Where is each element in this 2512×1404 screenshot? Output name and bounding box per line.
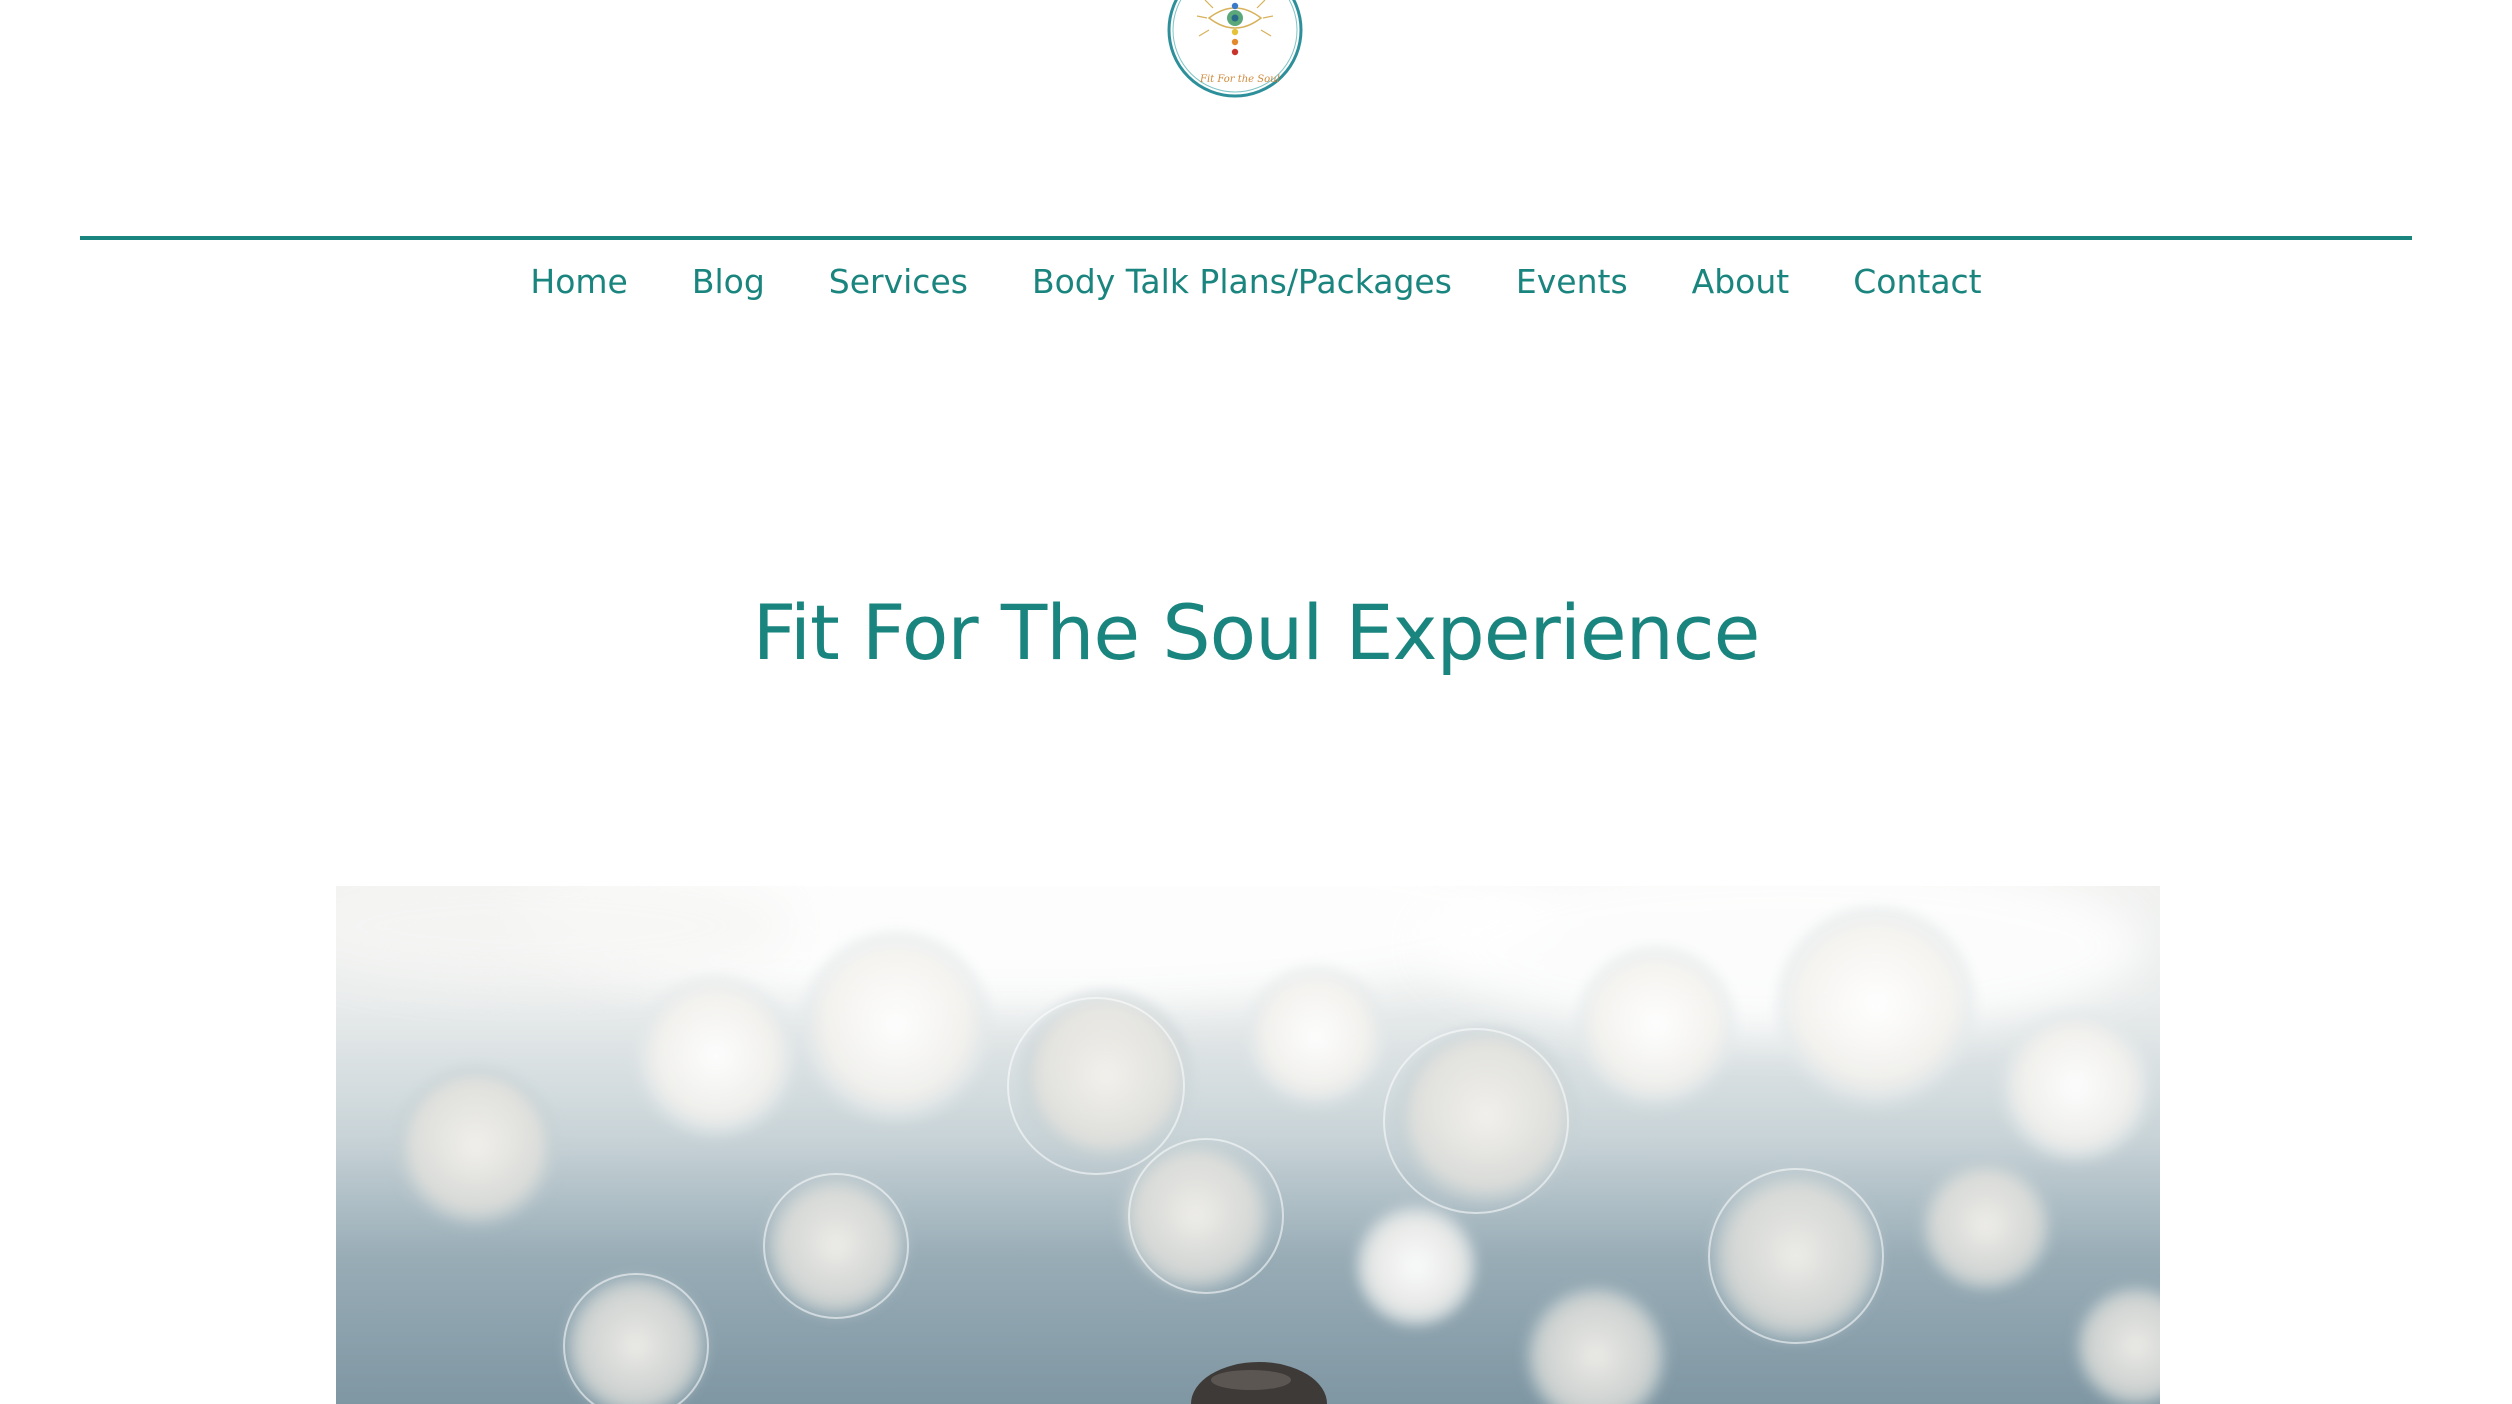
page-title: Fit For The Soul Experience: [752, 588, 1761, 677]
nav-item-services[interactable]: Services: [829, 258, 968, 306]
nav-item-events[interactable]: Events: [1516, 258, 1628, 306]
nav-item-about[interactable]: About: [1692, 258, 1790, 306]
logo-caption: Fit For the Soul: [1200, 74, 1280, 85]
site-logo[interactable]: [1165, 0, 1305, 100]
page: Fit For the Soul Home Blog Services Body…: [0, 0, 2512, 1404]
nav-divider: [80, 236, 2412, 240]
nav-item-home[interactable]: Home: [530, 258, 627, 306]
nav-item-blog[interactable]: Blog: [692, 258, 765, 306]
bokeh-water-stone-image: [336, 886, 2160, 1404]
nav-item-contact[interactable]: Contact: [1853, 258, 1981, 306]
chakra-eye-logo-icon: [1167, 0, 1303, 98]
main-nav: Home Blog Services Body Talk Plans/Packa…: [0, 258, 2512, 306]
nav-item-body-talk-plans[interactable]: Body Talk Plans/Packages: [1032, 258, 1452, 306]
